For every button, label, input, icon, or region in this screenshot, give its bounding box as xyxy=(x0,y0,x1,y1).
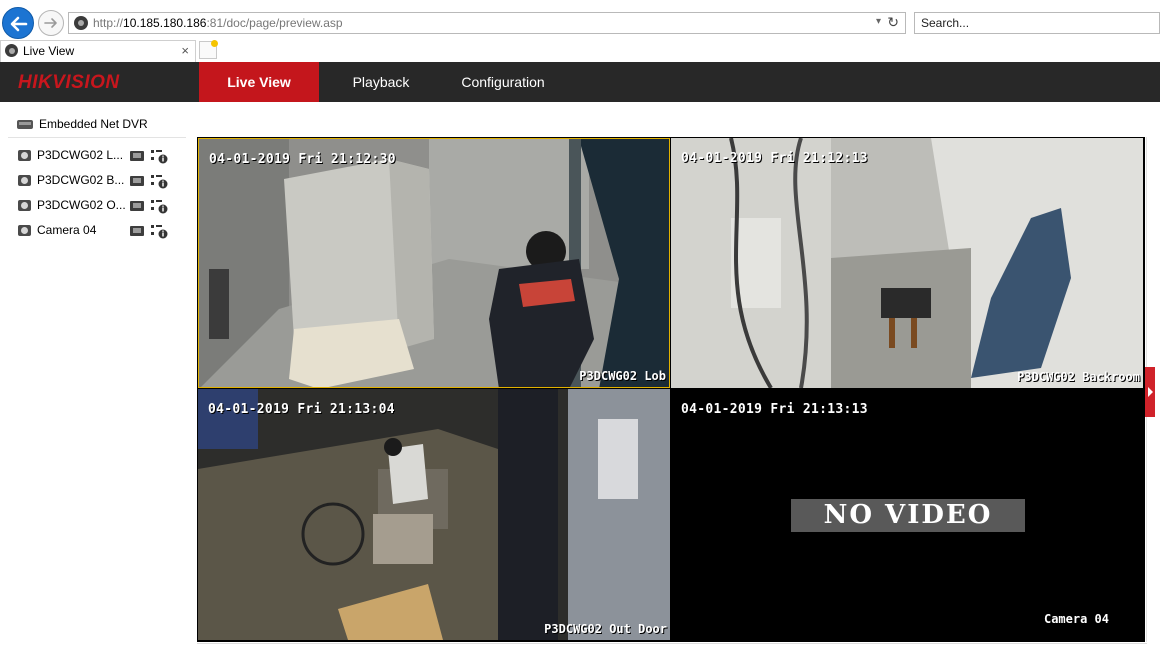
camera-info-icon[interactable] xyxy=(150,148,168,164)
arrow-right-icon xyxy=(44,18,57,28)
divider xyxy=(8,137,186,138)
camera-info-icon[interactable] xyxy=(150,223,168,239)
dvr-icon xyxy=(17,120,33,129)
no-video-label: NO VIDEO xyxy=(791,499,1025,532)
back-button[interactable] xyxy=(2,7,34,39)
url-text: http://10.185.180.186:81/doc/page/previe… xyxy=(93,16,343,30)
app-header: HIKVISION Live View Playback Configurati… xyxy=(0,62,1160,102)
camera-item[interactable]: P3DCWG02 L... xyxy=(18,146,188,166)
menu-playback[interactable]: Playback xyxy=(330,62,432,102)
camera-item[interactable]: Camera 04 xyxy=(18,221,188,241)
refresh-icon[interactable]: ↻ xyxy=(887,14,899,31)
outdoor-video-frame xyxy=(198,389,670,640)
search-placeholder: Search... xyxy=(921,16,970,30)
record-icon[interactable] xyxy=(130,226,144,236)
site-icon xyxy=(74,16,88,30)
browser-chrome: http://10.185.180.186:81/doc/page/previe… xyxy=(0,0,1160,63)
view-camera-name: P3DCWG02 Backroom xyxy=(1017,370,1140,384)
menu-live-view[interactable]: Live View xyxy=(199,62,319,102)
menu-configuration[interactable]: Configuration xyxy=(445,62,561,102)
camera-label: P3DCWG02 O... xyxy=(37,198,126,212)
video-window-outdoor[interactable]: 04-01-2019 Fri 21:13:04 P3DCWG02 Out Doo… xyxy=(198,389,670,640)
backroom-video-frame xyxy=(671,138,1143,388)
camera-label: P3DCWG02 B... xyxy=(37,173,125,187)
video-window-camera-04[interactable]: 04-01-2019 Fri 21:13:13 NO VIDEO Camera … xyxy=(671,389,1143,640)
record-icon[interactable] xyxy=(130,176,144,186)
divider xyxy=(197,643,1147,644)
view-camera-name: P3DCWG02 Out Door xyxy=(544,622,667,636)
view-timestamp: 04-01-2019 Fri 21:13:04 xyxy=(208,402,395,417)
camera-info-icon[interactable] xyxy=(150,198,168,214)
tab-title: Live View xyxy=(23,44,75,58)
camera-icon xyxy=(18,150,31,161)
arrow-left-icon xyxy=(10,16,28,32)
address-bar[interactable]: http://10.185.180.186:81/doc/page/previe… xyxy=(68,12,906,34)
view-camera-name: Camera 04 xyxy=(1043,612,1109,626)
new-tab-button[interactable] xyxy=(199,40,218,59)
video-window-backroom[interactable]: 04-01-2019 Fri 21:12:13 P3DCWG02 Backroo… xyxy=(671,138,1143,388)
camera-item[interactable]: P3DCWG02 O... xyxy=(18,196,188,216)
tab-live-view[interactable]: Live View × xyxy=(0,40,196,62)
view-timestamp: 04-01-2019 Fri 21:12:30 xyxy=(209,152,396,167)
expand-panel-button[interactable] xyxy=(1145,367,1155,417)
camera-label: P3DCWG02 L... xyxy=(37,148,124,162)
tab-favicon-icon xyxy=(5,44,18,57)
camera-icon xyxy=(18,225,31,236)
lobby-video-frame xyxy=(199,139,669,387)
camera-label: Camera 04 xyxy=(37,223,97,237)
close-tab-icon[interactable]: × xyxy=(181,43,189,58)
view-timestamp: 04-01-2019 Fri 21:12:13 xyxy=(681,151,868,166)
hikvision-logo: HIKVISION xyxy=(18,72,120,93)
view-timestamp: 04-01-2019 Fri 21:13:13 xyxy=(681,402,868,417)
camera-item[interactable]: P3DCWG02 B... xyxy=(18,171,188,191)
record-icon[interactable] xyxy=(130,151,144,161)
video-grid: 04-01-2019 Fri 21:12:30 P3DCWG02 Lob 04-… xyxy=(197,137,1145,642)
device-name: Embedded Net DVR xyxy=(39,117,148,131)
video-window-lobby[interactable]: 04-01-2019 Fri 21:12:30 P3DCWG02 Lob xyxy=(198,138,670,388)
camera-info-icon[interactable] xyxy=(150,173,168,189)
camera-icon xyxy=(18,175,31,186)
view-camera-name: P3DCWG02 Lob xyxy=(579,369,666,383)
forward-button[interactable] xyxy=(38,10,64,36)
search-input[interactable]: Search... xyxy=(914,12,1160,34)
dropdown-arrow-icon[interactable]: ▾ xyxy=(876,16,881,27)
record-icon[interactable] xyxy=(130,201,144,211)
camera-icon xyxy=(18,200,31,211)
